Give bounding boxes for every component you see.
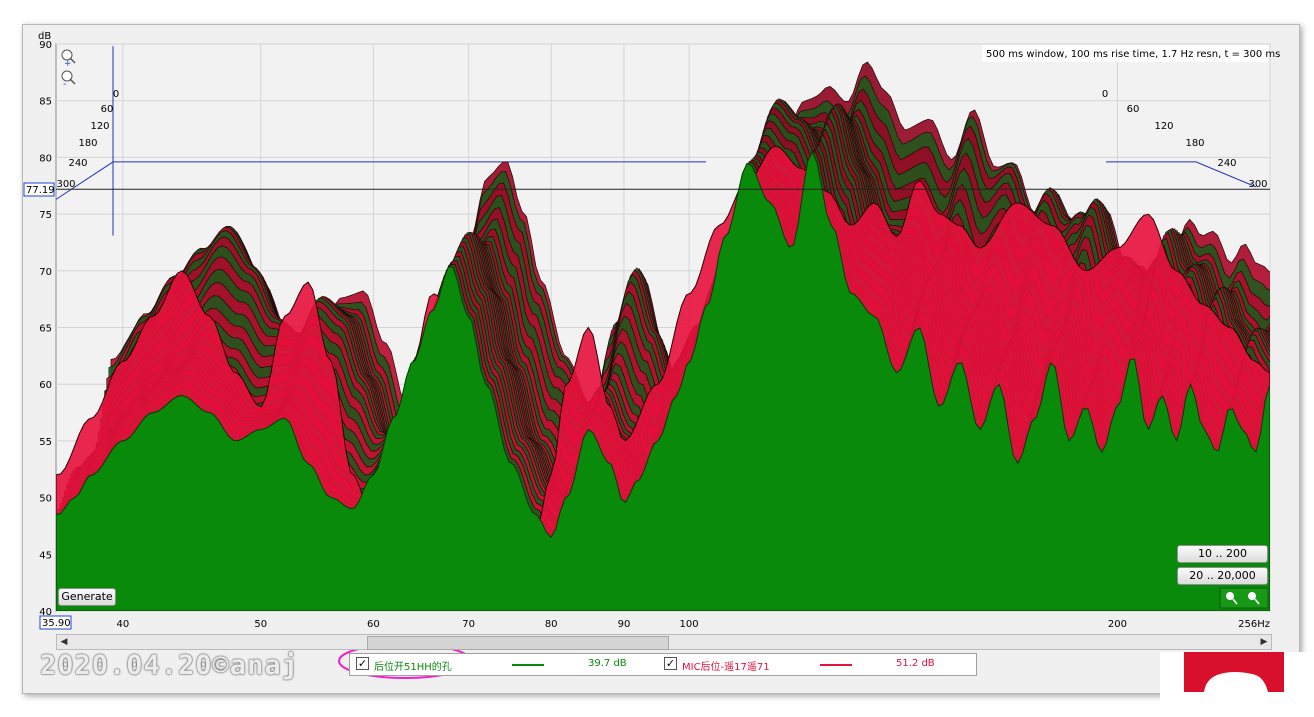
- series1-level: 39.7 dB: [588, 658, 627, 669]
- time-label-left: 300: [56, 179, 75, 190]
- time-label-right: 240: [1217, 158, 1236, 169]
- y-tick-label: 65: [39, 324, 52, 335]
- series1-label: 后位开51HH的孔: [374, 662, 452, 673]
- time-label-left: 240: [68, 158, 87, 169]
- series2-checkbox[interactable]: ✓: [664, 657, 677, 670]
- x-tick-label: 50: [254, 619, 267, 630]
- x-min-readout: 35.90: [39, 615, 72, 630]
- series2-label: MIC后位-遥17遥71: [682, 662, 770, 673]
- y-tick-label: 55: [39, 437, 52, 448]
- time-label-left: 180: [78, 138, 97, 149]
- time-label-right: 60: [1127, 104, 1140, 115]
- y-tick-label: 85: [39, 97, 52, 108]
- y-tick-label: 45: [39, 550, 52, 561]
- svg-text:-: -: [63, 79, 67, 90]
- y-axis-ticks: 4045505560657075808590: [39, 40, 52, 618]
- series2-level: 51.2 dB: [896, 658, 935, 669]
- y-tick-label: 75: [39, 210, 52, 221]
- x-tick-label: 200: [1108, 619, 1127, 630]
- horizontal-scrollbar[interactable]: ◀ ▶: [56, 634, 1272, 650]
- y-tick-label: 80: [39, 153, 52, 164]
- range-20-20000-button[interactable]: 20 .. 20,000: [1177, 567, 1268, 585]
- y-tick-label: 50: [39, 494, 52, 505]
- svg-text:77.19: 77.19: [26, 185, 55, 196]
- series2-swatch: [820, 664, 852, 666]
- x-tick-label: 70: [462, 619, 475, 630]
- svg-text:+: +: [64, 59, 72, 69]
- time-label-right: 120: [1154, 121, 1173, 132]
- scrollbar-thumb[interactable]: [367, 636, 669, 650]
- scroll-right-icon[interactable]: ▶: [1258, 636, 1270, 648]
- scroll-left-icon[interactable]: ◀: [58, 636, 70, 648]
- x-tick-label: 80: [545, 619, 558, 630]
- time-label-left: 0: [113, 89, 119, 100]
- series1-checkbox[interactable]: ✓: [356, 657, 369, 670]
- x-axis-ticks: 40 50 60 70 80 90 100 200 256Hz: [116, 619, 1270, 630]
- time-label-left: 120: [90, 121, 109, 132]
- x-tick-label: 100: [680, 619, 699, 630]
- x-tick-label: 90: [618, 619, 631, 630]
- y-cursor-readout: 77.19: [23, 182, 55, 197]
- time-label-left: 60: [101, 104, 114, 115]
- y-axis-label: dB: [38, 31, 51, 42]
- waterfall-plot: 40 45 50 55 60 65 70 75 80 85 90 40 50 60 70 80 90 100 20…: [23, 31, 1280, 679]
- generate-button[interactable]: Generate: [58, 588, 116, 606]
- x-tick-label: 40: [116, 619, 129, 630]
- chart-title: 500 ms window, 100 ms rise time, 1.7 Hz …: [986, 49, 1280, 60]
- range-10-200-button[interactable]: 10 .. 200: [1177, 545, 1268, 563]
- x-tick-label: 256Hz: [1238, 619, 1270, 630]
- x-tick-label: 60: [367, 619, 380, 630]
- watermark: 2020.04.20©anaj: [40, 650, 299, 681]
- y-tick-label: 70: [39, 267, 52, 278]
- brand-logo: [1160, 652, 1308, 712]
- time-label-right: 180: [1185, 138, 1204, 149]
- series1-swatch: [512, 664, 544, 666]
- time-label-right: 300: [1248, 179, 1267, 190]
- y-tick-label: 60: [39, 380, 52, 391]
- svg-text:35.90: 35.90: [42, 618, 71, 629]
- x-zoom-controls[interactable]: [1219, 587, 1269, 609]
- legend: ✓ 后位开51HH的孔 39.7 dB ✓ MIC后位-遥17遥71 51.2 …: [349, 653, 977, 676]
- time-label-right: 0: [1102, 89, 1108, 100]
